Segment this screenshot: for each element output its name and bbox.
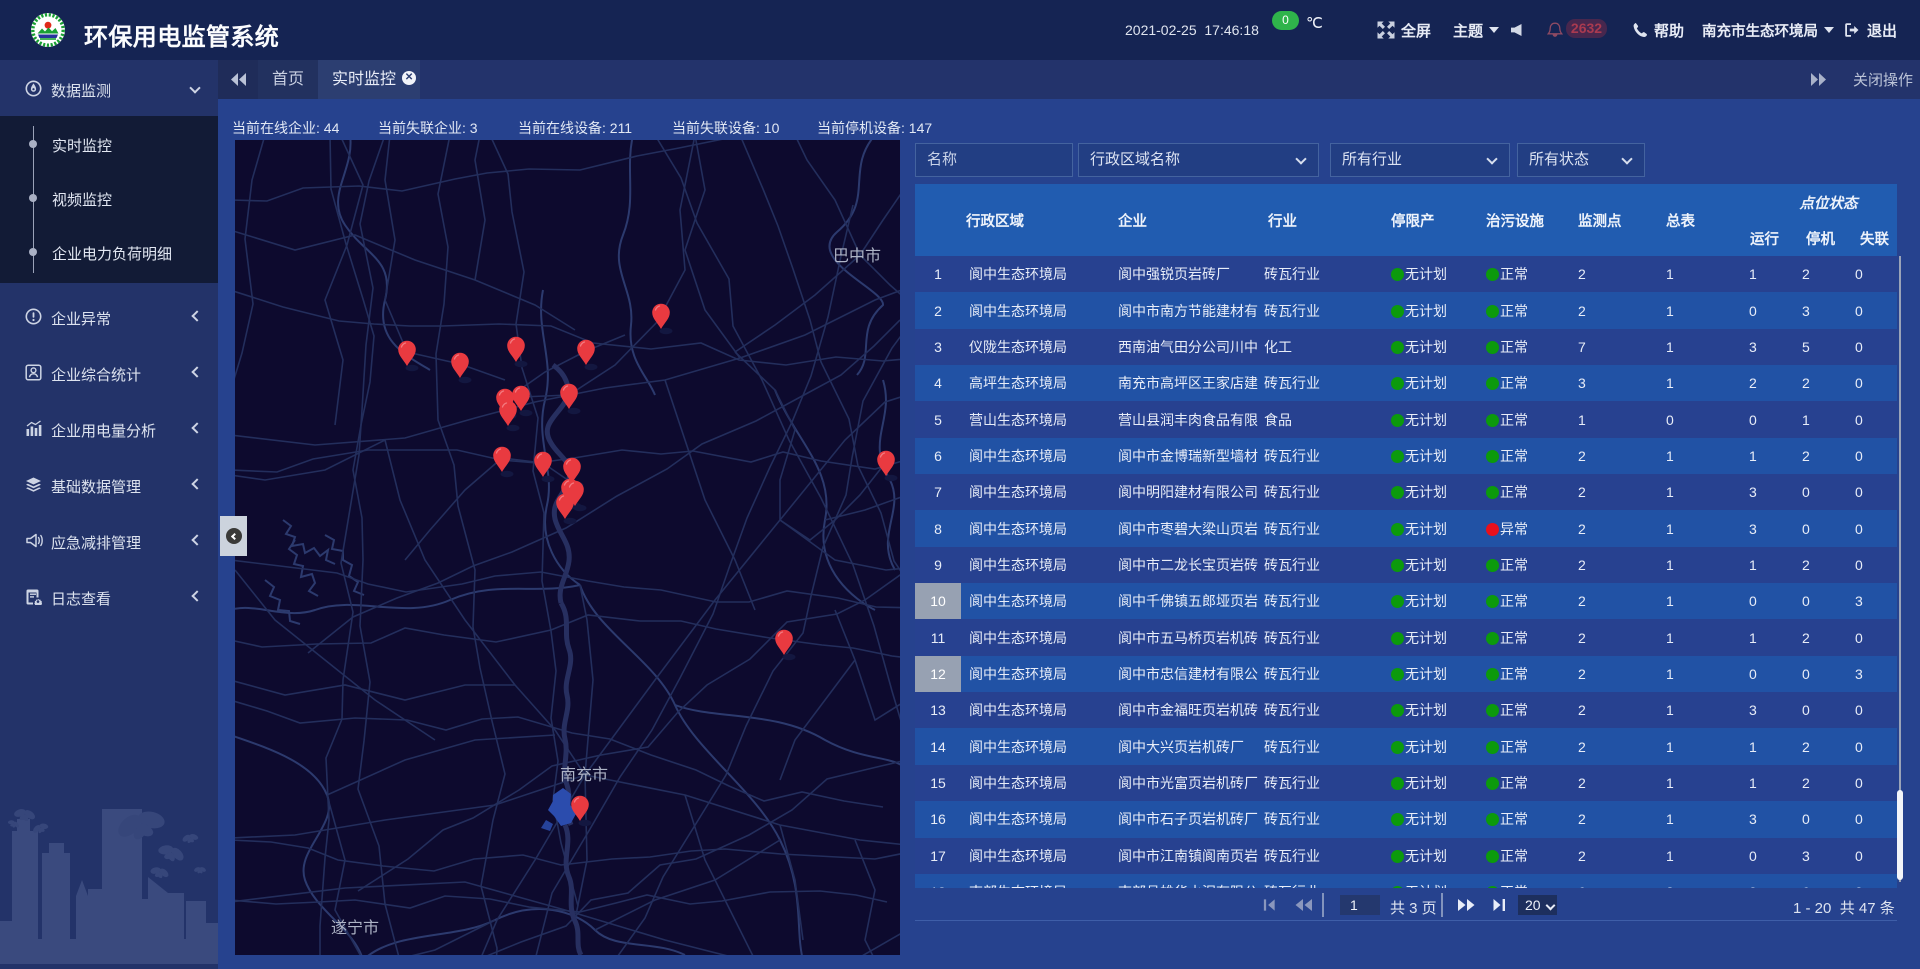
- svg-text:遂宁市: 遂宁市: [331, 919, 379, 937]
- svg-text:南充市: 南充市: [560, 766, 608, 784]
- svg-text:巴中市: 巴中市: [833, 247, 881, 265]
